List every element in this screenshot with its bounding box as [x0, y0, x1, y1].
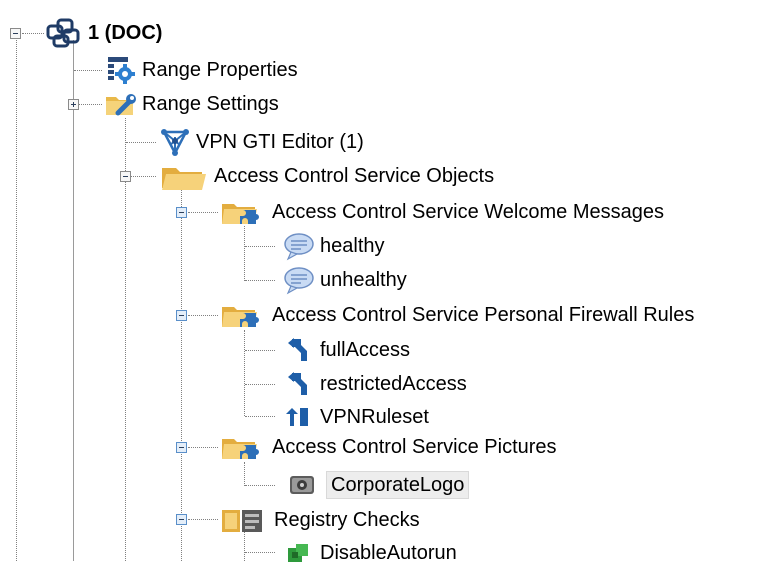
range-properties-icon	[108, 57, 135, 84]
vpn-network-icon	[161, 129, 189, 156]
restricted-access-label: restrictedAccess	[320, 373, 467, 395]
tree-connector	[188, 212, 218, 213]
speech-bubble-icon	[284, 233, 314, 261]
collapse-welcome-messages-toggle[interactable]	[176, 207, 187, 218]
firewall-rules-label: Access Control Service Personal Firewall…	[272, 304, 695, 326]
object-tree: 1 (DOC) Range Properties Range Settings	[0, 0, 773, 564]
tree-connector	[22, 33, 44, 34]
vpn-ruleset-label: VPNRuleset	[320, 406, 429, 428]
tree-node-pictures[interactable]: 1 Access Control Service Pictures	[218, 431, 561, 463]
pictures-label: Access Control Service Pictures	[272, 436, 557, 458]
tree-guide-root	[16, 40, 17, 561]
root-label: 1 (DOC)	[88, 22, 163, 44]
tree-connector	[188, 519, 218, 520]
range-settings-label: Range Settings	[142, 93, 279, 115]
expand-range-settings-toggle[interactable]	[68, 99, 79, 110]
tree-connector	[188, 315, 218, 316]
domain-cluster-icon	[46, 18, 80, 48]
tree-connector	[245, 384, 275, 385]
folder-puzzle-icon	[222, 439, 259, 459]
picture-icon	[290, 476, 314, 494]
tree-connector	[188, 447, 218, 448]
tree-guide-acs	[181, 190, 182, 561]
tree-node-firewall-rules[interactable]: Access Control Service Personal Firewall…	[218, 299, 698, 331]
tree-connector	[126, 142, 156, 143]
tree-guide-root-solid	[73, 40, 74, 561]
corporate-logo-label: CorporateLogo	[326, 471, 470, 499]
range-properties-label: Range Properties	[142, 59, 298, 81]
collapse-pictures-toggle[interactable]	[176, 442, 187, 453]
welcome-messages-label: Access Control Service Welcome Messages	[272, 201, 664, 223]
acs-objects-label: Access Control Service Objects	[214, 165, 495, 187]
full-access-label: fullAccess	[320, 339, 411, 361]
folder-puzzle-icon	[222, 307, 259, 327]
registry-folder-icon	[222, 510, 262, 532]
tree-guide-welcome	[244, 226, 245, 281]
tree-node-disable-autorun[interactable]: DisableAutorun	[282, 538, 461, 568]
folder-puzzle-icon	[222, 204, 259, 224]
tree-guide-firewall	[244, 330, 245, 416]
tree-node-root[interactable]: 1 (DOC)	[44, 16, 166, 50]
tree-connector	[245, 485, 275, 486]
collapse-root-toggle[interactable]	[10, 28, 21, 39]
unhealthy-label: unhealthy	[320, 269, 407, 291]
registry-check-icon	[288, 544, 308, 562]
tree-node-range-settings[interactable]: Range Settings	[104, 89, 283, 119]
disable-autorun-label: DisableAutorun	[320, 542, 457, 564]
tree-node-vpn-ruleset[interactable]: VPNRuleset	[282, 402, 433, 432]
collapse-registry-checks-toggle[interactable]	[176, 514, 187, 525]
tree-node-healthy[interactable]: healthy	[282, 231, 389, 261]
healthy-label: healthy	[320, 235, 385, 257]
tree-node-welcome-messages[interactable]: Access Control Service Welcome Messages	[218, 196, 668, 228]
tree-guide-settings	[125, 118, 126, 561]
tree-node-registry-checks[interactable]: Registry Checks	[218, 504, 424, 536]
ruleset-icon	[288, 338, 307, 361]
collapse-acs-objects-toggle[interactable]	[120, 171, 131, 182]
folder-wrench-icon	[106, 94, 136, 116]
tree-node-range-properties[interactable]: Range Properties	[104, 55, 302, 85]
collapse-firewall-rules-toggle[interactable]	[176, 310, 187, 321]
tree-node-restricted-access[interactable]: restrictedAccess	[282, 369, 471, 399]
tree-connector	[74, 70, 102, 71]
tree-connector	[245, 246, 275, 247]
ruleset-icon	[286, 408, 308, 426]
tree-connector	[245, 280, 275, 281]
tree-connector	[245, 350, 275, 351]
tree-connector	[245, 552, 275, 553]
ruleset-icon	[288, 372, 307, 395]
tree-node-acs-objects[interactable]: Access Control Service Objects	[158, 160, 498, 192]
tree-node-unhealthy[interactable]: unhealthy	[282, 265, 411, 295]
tree-node-full-access[interactable]: fullAccess	[282, 335, 414, 365]
tree-node-corporate-logo[interactable]: CorporateLogo	[282, 470, 470, 500]
registry-checks-label: Registry Checks	[274, 509, 420, 531]
speech-bubble-icon	[284, 267, 314, 295]
folder-open-icon	[162, 168, 206, 190]
vpn-gti-editor-label: VPN GTI Editor (1)	[196, 131, 364, 153]
tree-connector	[245, 416, 275, 417]
tree-node-vpn-gti-editor[interactable]: VPN GTI Editor (1)	[158, 127, 368, 157]
tree-guide-pictures	[244, 462, 245, 486]
